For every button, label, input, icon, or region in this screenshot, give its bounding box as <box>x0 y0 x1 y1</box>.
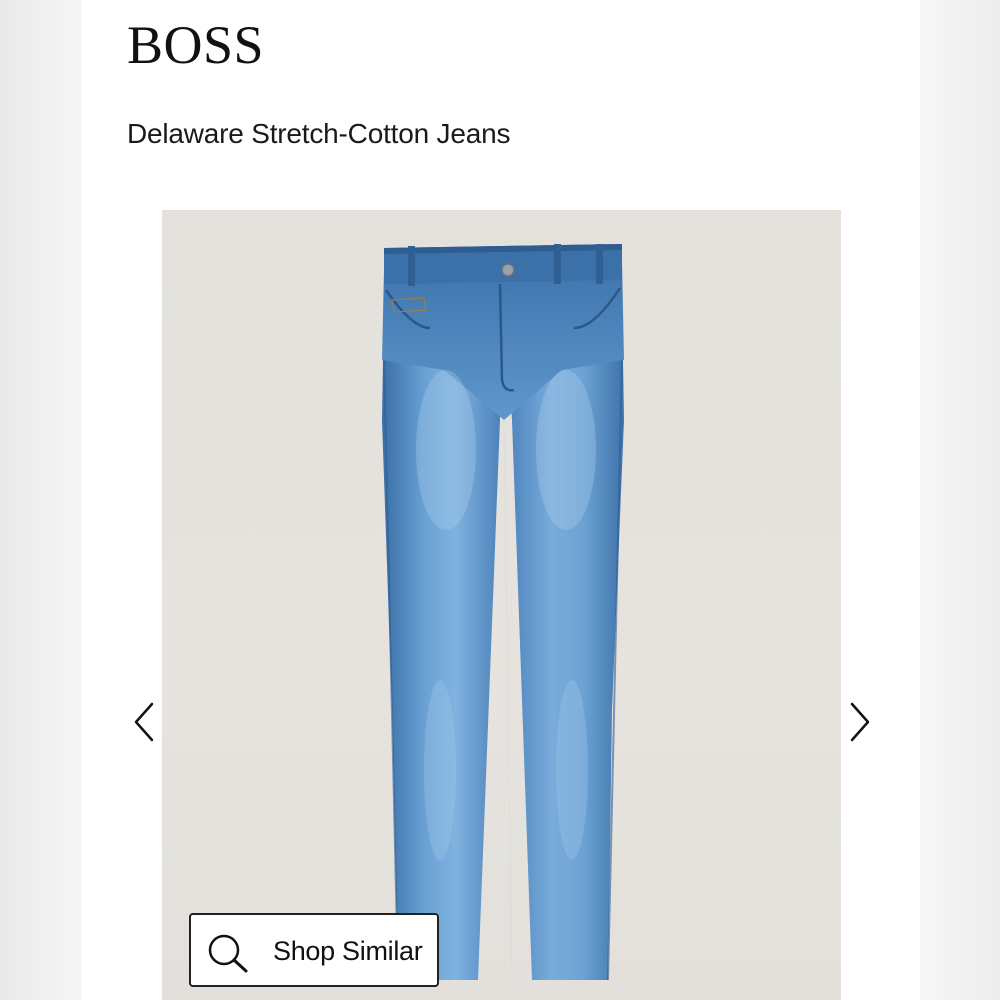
product-image-gallery[interactable] <box>162 210 841 1000</box>
brand-logo[interactable]: BOSS <box>127 14 264 76</box>
left-margin <box>0 0 82 1000</box>
shop-similar-label: Shop Similar <box>273 936 423 966</box>
jeans-product-image <box>382 244 624 981</box>
next-image-button[interactable] <box>840 700 880 744</box>
right-margin <box>920 0 1000 1000</box>
previous-image-button[interactable] <box>126 700 166 744</box>
product-title: Delaware Stretch-Cotton Jeans <box>127 118 511 149</box>
chevron-left-icon <box>134 702 154 742</box>
search-icon <box>208 934 248 973</box>
chevron-right-icon <box>850 702 870 742</box>
shop-similar-button[interactable]: Shop Similar <box>189 913 439 987</box>
